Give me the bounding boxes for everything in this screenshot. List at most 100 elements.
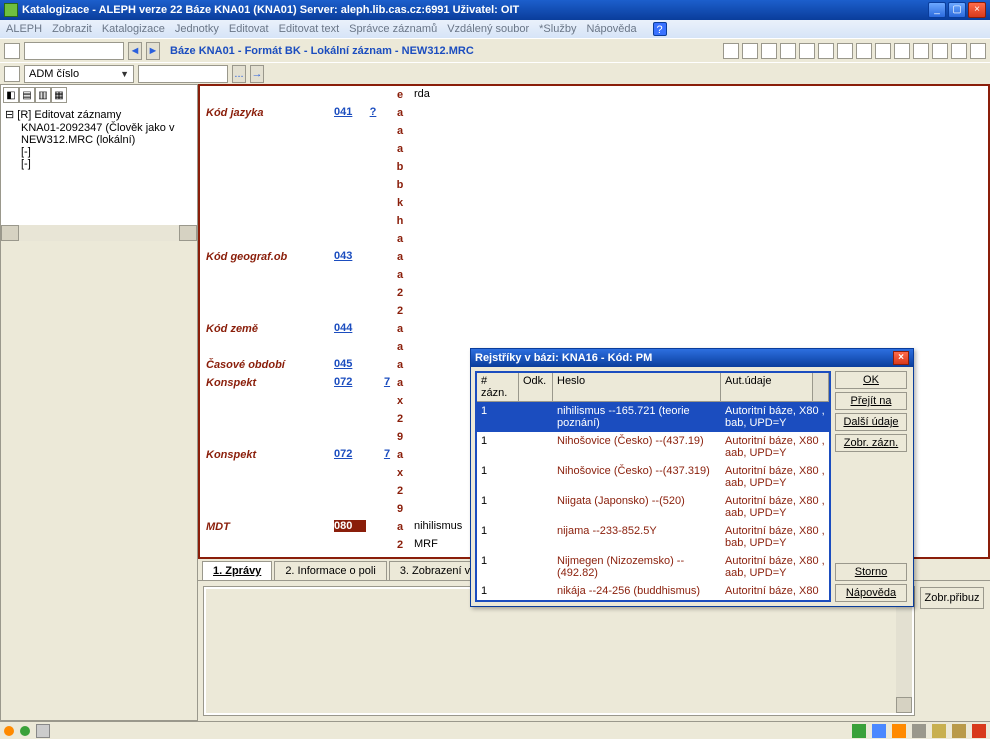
marc-row[interactable]: 2 [200, 284, 988, 302]
marc-tag[interactable]: 044 [334, 322, 366, 334]
tree-item-1[interactable]: NEW312.MRC (lokální) [5, 134, 193, 146]
marc-tag[interactable]: 043 [334, 250, 366, 262]
subfield-code[interactable]: a [394, 124, 406, 138]
marc-row[interactable]: b [200, 158, 988, 176]
menu-zobrazit[interactable]: Zobrazit [52, 23, 92, 35]
scroll-track[interactable] [19, 225, 179, 241]
subfield-code[interactable]: a [394, 448, 406, 462]
menu-editovat[interactable]: Editovat [229, 23, 269, 35]
close-button[interactable]: × [968, 2, 986, 18]
marc-row[interactable]: a [200, 230, 988, 248]
toolbar-icon-3[interactable] [761, 43, 777, 59]
subfield-code[interactable]: h [394, 214, 406, 228]
marc-tag[interactable]: 041 [334, 106, 366, 118]
marc-tag[interactable]: 080 [334, 556, 366, 559]
status-icon-b[interactable] [872, 724, 886, 738]
index-row[interactable]: 1Nihošovice (Česko) --(437.19)Autoritní … [477, 432, 829, 462]
ok-button[interactable]: OK [835, 371, 907, 389]
subfield-code[interactable]: b [394, 160, 406, 174]
marc-row[interactable]: 2 [200, 302, 988, 320]
nav-go-right[interactable]: ► [146, 42, 160, 60]
menu-editovat-text[interactable]: Editovat text [279, 23, 340, 35]
help-icon[interactable]: ? [653, 22, 667, 36]
toolbar-icon-10[interactable] [894, 43, 910, 59]
status-icon-d[interactable] [912, 724, 926, 738]
tab-informace[interactable]: 2. Informace o poli [274, 561, 387, 580]
toolbar-icon-8[interactable] [856, 43, 872, 59]
subfield-code[interactable]: 2 [394, 304, 406, 318]
marc-row[interactable]: k [200, 194, 988, 212]
tree-item-2[interactable]: [-] [5, 146, 193, 158]
subfield-code[interactable]: k [394, 196, 406, 210]
adm-go-button[interactable]: → [250, 65, 264, 83]
marc-tag[interactable]: 045 [334, 358, 366, 370]
status-icon-a[interactable] [852, 724, 866, 738]
status-icon-c[interactable] [892, 724, 906, 738]
subfield-code[interactable]: b [394, 178, 406, 192]
marc-row[interactable]: a [200, 266, 988, 284]
toolbar-icon-7[interactable] [837, 43, 853, 59]
subfield-code[interactable]: x [394, 394, 406, 408]
menu-katalogizace[interactable]: Katalogizace [102, 23, 165, 35]
tree-root[interactable]: ⊟ [R] Editovat záznamy [5, 107, 193, 122]
tab-zpravy[interactable]: 1. Zprávy [202, 561, 272, 580]
adm-dropdown[interactable]: ADM číslo ▼ [24, 65, 134, 83]
toolbar2-icon[interactable] [4, 66, 20, 82]
subfield-code[interactable]: a [394, 232, 406, 246]
marc-tag[interactable]: 080 [334, 520, 366, 532]
goto-button[interactable]: Přejít na [835, 392, 907, 410]
subfield-code[interactable]: a [394, 322, 406, 336]
subfield-code[interactable]: a [394, 556, 406, 559]
minimize-button[interactable]: _ [928, 2, 946, 18]
subfield-code[interactable]: a [394, 268, 406, 282]
subfield-value[interactable]: MRF [406, 538, 438, 550]
marc-row[interactable]: Kód země044a [200, 320, 988, 338]
marc-ind2[interactable]: 7 [380, 376, 394, 388]
left-tab-1[interactable]: ◧ [3, 87, 19, 103]
adm-input[interactable] [138, 65, 228, 83]
left-tab-2[interactable]: ▤ [19, 87, 35, 103]
status-icon-f[interactable] [952, 724, 966, 738]
scroll-left-icon[interactable] [1, 225, 19, 241]
show-record-button[interactable]: Zobr. zázn. [835, 434, 907, 452]
marc-ind2[interactable]: 7 [380, 448, 394, 460]
marc-row[interactable]: b [200, 176, 988, 194]
help-button[interactable]: Nápověda [835, 584, 907, 602]
subfield-code[interactable]: a [394, 358, 406, 372]
col-odk[interactable]: Odk. [519, 373, 553, 401]
nav-go-left[interactable]: ◄ [128, 42, 142, 60]
marc-ind1[interactable]: ? [366, 106, 380, 118]
subfield-code[interactable]: 2 [394, 412, 406, 426]
marc-row[interactable]: a [200, 122, 988, 140]
toolbar-icon-14[interactable] [970, 43, 986, 59]
maximize-button[interactable]: ▢ [948, 2, 966, 18]
marc-row[interactable]: h [200, 212, 988, 230]
cancel-button[interactable]: Storno [835, 563, 907, 581]
col-aut[interactable]: Aut.údaje [721, 373, 813, 401]
subfield-code[interactable]: e [394, 88, 406, 102]
subfield-code[interactable]: x [394, 466, 406, 480]
marc-row[interactable]: a [200, 140, 988, 158]
index-row[interactable]: 1Niigata (Japonsko) --(520)Autoritní báz… [477, 492, 829, 522]
menu-spravce[interactable]: Správce záznamů [349, 23, 437, 35]
toolbar-icon-4[interactable] [780, 43, 796, 59]
index-row[interactable]: 1nijama --233-852.5YAutoritní báze, X80 … [477, 522, 829, 552]
tree-collapse-icon[interactable]: ⊟ [5, 109, 14, 121]
marc-row[interactable]: Kód jazyka041?a [200, 104, 988, 122]
subfield-code[interactable]: 2 [394, 484, 406, 498]
subfield-code[interactable]: a [394, 250, 406, 264]
left-tab-4[interactable]: ▦ [51, 87, 67, 103]
status-icon-g[interactable] [972, 724, 986, 738]
subfield-code[interactable]: a [394, 340, 406, 354]
adm-browse-button[interactable]: ... [232, 65, 246, 83]
marc-tag[interactable]: 072 [334, 376, 366, 388]
subfield-value[interactable]: nihilismus [406, 520, 462, 532]
dialog-close-button[interactable]: × [893, 351, 909, 365]
status-icon-e[interactable] [932, 724, 946, 738]
toolbar-icon-9[interactable] [875, 43, 891, 59]
subfield-code[interactable]: a [394, 106, 406, 120]
marc-row[interactable]: erda [200, 86, 988, 104]
marc-tag[interactable]: 072 [334, 448, 366, 460]
col-heslo[interactable]: Heslo [553, 373, 721, 401]
index-row[interactable]: 1nikája --24-256 (buddhismus)Autoritní b… [477, 582, 829, 600]
